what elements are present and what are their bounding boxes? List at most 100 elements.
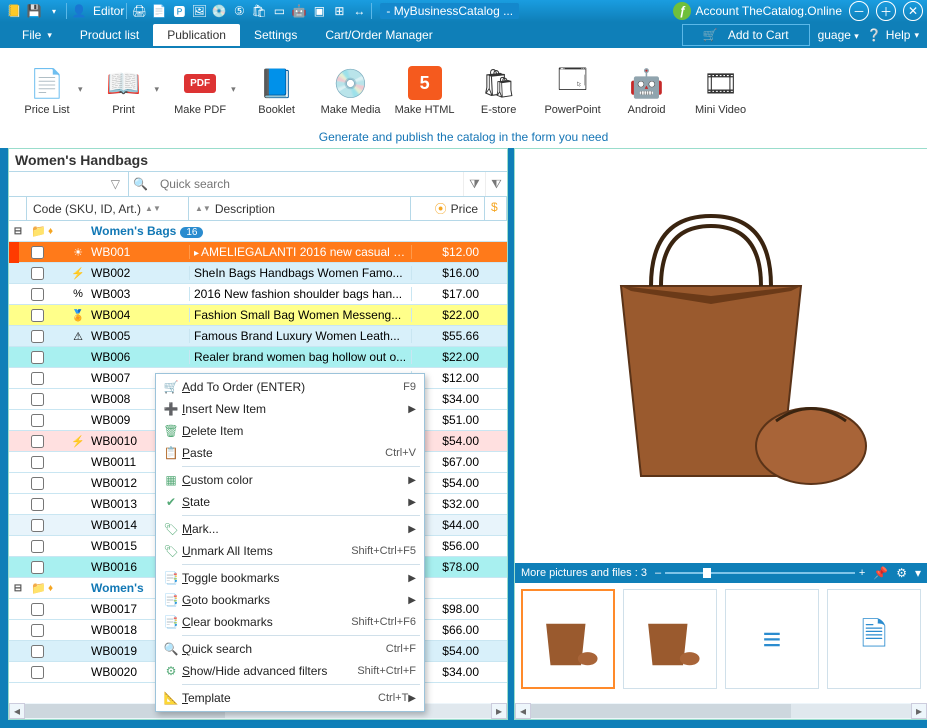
ctx-show-hide-advanced-filters[interactable]: ⚙Show/Hide advanced filtersShift+Ctrl+F [156, 660, 424, 682]
ctx-custom-color[interactable]: ▦Custom color▶ [156, 469, 424, 491]
tb-layout-icon[interactable]: ⊞ [330, 2, 348, 20]
row-checkbox[interactable] [31, 246, 44, 259]
ctx-paste[interactable]: 📋PasteCtrl+V [156, 442, 424, 464]
sort-icon[interactable]: ▲▼ [145, 204, 161, 213]
scroll-right-button[interactable]: ▸ [911, 703, 927, 719]
minimize-button[interactable]: ─ [849, 1, 869, 21]
ctx-quick-search[interactable]: 🔍Quick searchCtrl+F [156, 638, 424, 660]
close-button[interactable]: ✕ [903, 1, 923, 21]
thumbs-scrollbar[interactable]: ◂ ▸ [515, 703, 927, 719]
row-checkbox[interactable] [31, 288, 44, 301]
scroll-left-button[interactable]: ◂ [9, 703, 25, 719]
account-label[interactable]: Account TheCatalog.Online [695, 4, 842, 18]
table-row[interactable]: ⚡WB002SheIn Bags Handbags Women Famo...$… [9, 263, 507, 284]
scroll-thumb[interactable] [531, 704, 791, 718]
tb-pdf-icon[interactable]: 🅿 [170, 2, 188, 20]
ctx-goto-bookmarks[interactable]: 📑Goto bookmarks▶ [156, 589, 424, 611]
ctx-state[interactable]: ✔State▶ [156, 491, 424, 513]
row-checkbox[interactable] [31, 519, 44, 532]
category-row[interactable]: ⊟📁♦Women's Bags16 [9, 221, 507, 242]
maximize-button[interactable]: ＋ [876, 1, 896, 21]
scroll-left-button[interactable]: ◂ [515, 703, 531, 719]
tb-export-icon[interactable]: ▭ [270, 2, 288, 20]
col-price[interactable]: Price [451, 202, 478, 216]
account-badge-icon[interactable]: ƒ [673, 2, 691, 20]
row-checkbox[interactable] [31, 666, 44, 679]
tb-move-icon[interactable]: ↔ [350, 2, 368, 20]
table-row[interactable]: WB006Realer brand women bag hollow out o… [9, 347, 507, 368]
ribbon-price-list[interactable]: 📄Price List [10, 62, 84, 116]
clear-filter-icon[interactable]: ⧩ [463, 172, 485, 196]
row-checkbox[interactable] [31, 561, 44, 574]
sort-icon[interactable]: ▲▼ [195, 204, 211, 213]
scroll-right-button[interactable]: ▸ [491, 703, 507, 719]
ribbon-make-pdf[interactable]: PDFMake PDF [163, 62, 237, 116]
chevron-down-icon[interactable]: ▾ [915, 566, 921, 580]
thumbnail-3[interactable]: ≡ [725, 589, 819, 689]
help-menu[interactable]: ❔Help ▾ [867, 28, 919, 42]
row-checkbox[interactable] [31, 645, 44, 658]
save-dropdown[interactable]: ▾ [45, 2, 63, 20]
ribbon-dropdown-icon[interactable]: ▾ [155, 84, 160, 95]
ctx-add-to-order-enter[interactable]: 🛒Add To Order (ENTER)F9 [156, 376, 424, 398]
ribbon-make-html[interactable]: 5Make HTML [388, 62, 462, 116]
ctx-clear-bookmarks[interactable]: 📑Clear bookmarksShift+Ctrl+F6 [156, 611, 424, 633]
ctx-delete-item[interactable]: 🗑Delete Item [156, 420, 424, 442]
ctx-toggle-bookmarks[interactable]: 📑Toggle bookmarks▶ [156, 567, 424, 589]
save-icon[interactable]: 💾 [25, 2, 43, 20]
tb-window-icon[interactable]: ▣ [310, 2, 328, 20]
menu-publication[interactable]: Publication [153, 24, 240, 46]
thumbnail-4[interactable]: 🗎 [827, 589, 921, 689]
row-checkbox[interactable] [31, 267, 44, 280]
ribbon-e-store[interactable]: 🛍E-store [462, 62, 536, 116]
tb-media-icon[interactable]: 💿 [210, 2, 228, 20]
ribbon-mini-video[interactable]: 🎞Mini Video [684, 62, 758, 116]
add-to-cart-button[interactable]: 🛒 Add to Cart [682, 24, 810, 46]
thumb-size-slider[interactable]: –+ [655, 567, 865, 579]
row-checkbox[interactable] [31, 456, 44, 469]
gear-icon[interactable]: ⚙ [896, 566, 907, 580]
ribbon-make-media[interactable]: 💿Make Media [314, 62, 388, 116]
user-icon[interactable]: 👤 [70, 2, 88, 20]
row-checkbox[interactable] [31, 498, 44, 511]
menu-product-list[interactable]: Product list [66, 24, 153, 46]
ctx-template[interactable]: 📐TemplateCtrl+T▶ [156, 687, 424, 709]
table-row[interactable]: ⚠WB005Famous Brand Luxury Women Leath...… [9, 326, 507, 347]
table-row[interactable]: ☀WB001▸AMELIEGALANTI 2016 new casual w..… [9, 242, 507, 263]
row-checkbox[interactable] [31, 309, 44, 322]
menu-settings[interactable]: Settings [240, 24, 311, 46]
tb-android-icon[interactable]: 🤖 [290, 2, 308, 20]
table-row[interactable]: 🏅WB004Fashion Small Bag Women Messeng...… [9, 305, 507, 326]
ctx-unmark-all-items[interactable]: 🏷Unmark All ItemsShift+Ctrl+F5 [156, 540, 424, 562]
tb-image-icon[interactable]: 🖼 [190, 2, 208, 20]
ctx-insert-new-item[interactable]: ➕Insert New Item▶ [156, 398, 424, 420]
ribbon-android[interactable]: 🤖Android [610, 62, 684, 116]
tb-doc-icon[interactable]: 📄 [150, 2, 168, 20]
ctx-mark[interactable]: 🏷Mark...▶ [156, 518, 424, 540]
tb-store-icon[interactable]: 🛍 [250, 2, 268, 20]
tb-html-icon[interactable]: ⑤ [230, 2, 248, 20]
row-checkbox[interactable] [31, 372, 44, 385]
thumbnail-2[interactable] [623, 589, 717, 689]
row-checkbox[interactable] [31, 330, 44, 343]
ribbon-powerpoint[interactable]: 🗔PowerPoint [536, 62, 610, 116]
row-checkbox[interactable] [31, 351, 44, 364]
filter-icon[interactable]: ⧨ [485, 172, 507, 196]
app-icon[interactable]: 📒 [5, 2, 23, 20]
language-dropdown[interactable]: guage ▾ [818, 28, 859, 42]
ribbon-print[interactable]: 📖Print [87, 62, 161, 116]
row-checkbox[interactable] [31, 624, 44, 637]
ribbon-dropdown-icon[interactable]: ▾ [231, 84, 236, 95]
menu-cart-order[interactable]: Cart/Order Manager [311, 24, 446, 46]
ribbon-booklet[interactable]: 📘Booklet [240, 62, 314, 116]
row-checkbox[interactable] [31, 540, 44, 553]
thumbnail-1[interactable] [521, 589, 615, 689]
ribbon-dropdown-icon[interactable]: ▾ [78, 84, 83, 95]
row-checkbox[interactable] [31, 435, 44, 448]
col-desc[interactable]: Description [215, 202, 275, 216]
row-checkbox[interactable] [31, 477, 44, 490]
row-checkbox[interactable] [31, 393, 44, 406]
tb-print-icon[interactable]: 🖨 [130, 2, 148, 20]
table-row[interactable]: %WB0032016 New fashion shoulder bags han… [9, 284, 507, 305]
quick-search-input[interactable] [152, 172, 463, 196]
